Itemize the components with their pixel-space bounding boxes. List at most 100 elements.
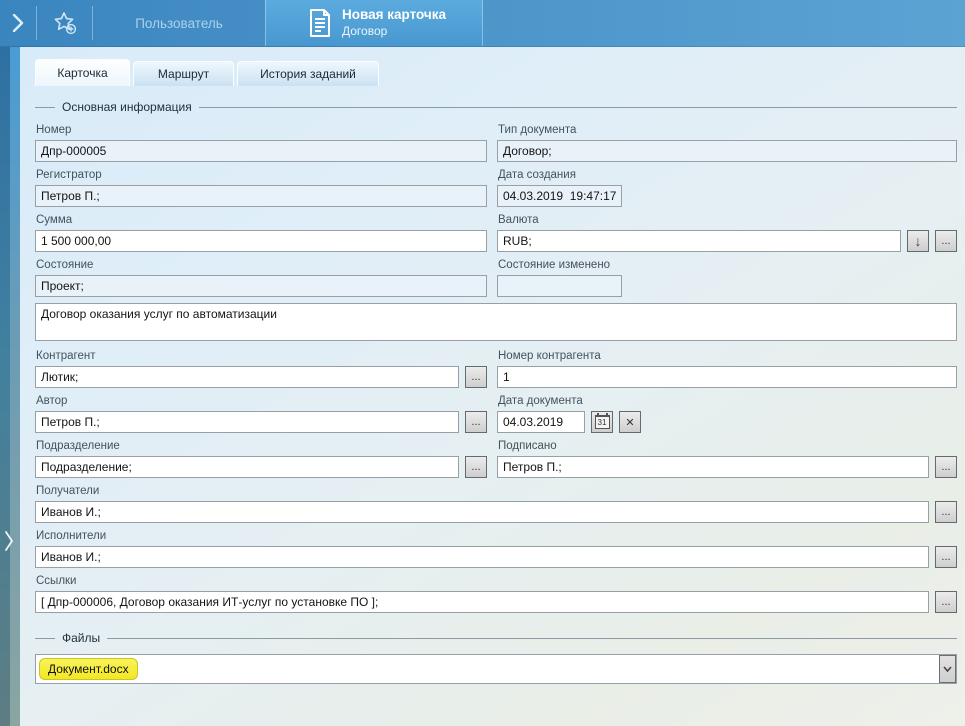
currency-dropdown-button[interactable]: ↓ bbox=[907, 230, 929, 252]
department-lookup-button[interactable]: ... bbox=[465, 456, 487, 478]
field-executors: Исполнители ... bbox=[35, 529, 957, 568]
field-label: Дата документа bbox=[498, 394, 957, 408]
field-registrar: Регистратор bbox=[35, 168, 487, 207]
field-author: Автор ... bbox=[35, 394, 487, 433]
links-input[interactable] bbox=[35, 591, 929, 613]
topbar-spacer bbox=[483, 0, 965, 46]
author-input[interactable] bbox=[35, 411, 459, 433]
document-icon bbox=[308, 8, 332, 38]
form-row: Контрагент ... Номер контрагента bbox=[35, 349, 957, 388]
group-title: Файлы bbox=[62, 631, 100, 645]
field-number: Номер bbox=[35, 123, 487, 162]
group-header-main: Основная информация bbox=[35, 100, 957, 114]
field-label: Тип документа bbox=[498, 123, 957, 137]
number-input[interactable] bbox=[35, 140, 487, 162]
counterparty-lookup-button[interactable]: ... bbox=[465, 366, 487, 388]
expand-sidebar-handle[interactable] bbox=[1, 521, 17, 561]
files-scrollbar[interactable] bbox=[939, 655, 956, 683]
doc-type-input[interactable] bbox=[497, 140, 957, 162]
signed-lookup-button[interactable]: ... bbox=[935, 456, 957, 478]
department-input[interactable] bbox=[35, 456, 459, 478]
group-line bbox=[199, 107, 957, 108]
author-lookup-button[interactable]: ... bbox=[465, 411, 487, 433]
topbar: Пользователь Новая карточка Договор bbox=[0, 0, 965, 47]
executors-lookup-button[interactable]: ... bbox=[935, 546, 957, 568]
form-panel: Основная информация Номер Тип документа bbox=[20, 86, 965, 684]
field-label: Исполнители bbox=[36, 529, 957, 543]
file-item[interactable]: Документ.docx bbox=[39, 658, 138, 680]
field-recipients: Получатели ... bbox=[35, 484, 957, 523]
description-textarea[interactable]: Договор оказания услуг по автоматизации bbox=[35, 303, 957, 341]
field-label: Состояние изменено bbox=[498, 258, 957, 272]
field-label: Подразделение bbox=[36, 439, 487, 453]
recipients-lookup-button[interactable]: ... bbox=[935, 501, 957, 523]
field-currency: Валюта ↓ ... bbox=[497, 213, 957, 252]
field-label: Контрагент bbox=[36, 349, 487, 363]
created-date-input[interactable] bbox=[497, 185, 622, 207]
card-content: Карточка Маршрут История заданий Основна… bbox=[20, 47, 965, 726]
topbar-tab-titles: Новая карточка Договор bbox=[342, 7, 446, 39]
group-title: Основная информация bbox=[62, 100, 192, 114]
field-label: Сумма bbox=[36, 213, 487, 227]
tab-route[interactable]: Маршрут bbox=[133, 61, 234, 86]
tab-task-history[interactable]: История заданий bbox=[237, 61, 379, 86]
left-splitter-inner bbox=[10, 47, 20, 726]
currency-input[interactable] bbox=[497, 230, 901, 252]
files-list[interactable]: Документ.docx bbox=[35, 654, 957, 684]
recipients-input[interactable] bbox=[35, 501, 929, 523]
field-counterparty: Контрагент ... bbox=[35, 349, 487, 388]
doc-date-clear-button[interactable]: ✕ bbox=[619, 411, 641, 433]
tab-card[interactable]: Карточка bbox=[35, 59, 130, 86]
field-label: Регистратор bbox=[36, 168, 487, 182]
field-label: Ссылки bbox=[36, 574, 957, 588]
field-label: Состояние bbox=[36, 258, 487, 272]
counterparty-input[interactable] bbox=[35, 366, 459, 388]
group-line bbox=[35, 638, 55, 639]
state-input[interactable] bbox=[35, 275, 487, 297]
group-line bbox=[35, 107, 55, 108]
signed-input[interactable] bbox=[497, 456, 929, 478]
amount-input[interactable] bbox=[35, 230, 487, 252]
chevron-right-icon bbox=[12, 14, 24, 32]
page-subtitle: Договор bbox=[342, 24, 446, 39]
form-row: Ссылки ... bbox=[35, 574, 957, 613]
topbar-tab-user[interactable]: Пользователь bbox=[93, 0, 265, 46]
field-state: Состояние bbox=[35, 258, 487, 297]
field-signed: Подписано ... bbox=[497, 439, 957, 478]
form-row: Исполнители ... bbox=[35, 529, 957, 568]
expand-panel-button[interactable] bbox=[0, 0, 36, 46]
executors-input[interactable] bbox=[35, 546, 929, 568]
counterparty-number-input[interactable] bbox=[497, 366, 957, 388]
field-doc-type: Тип документа bbox=[497, 123, 957, 162]
field-label: Получатели bbox=[36, 484, 957, 498]
chevron-right-icon bbox=[4, 530, 14, 552]
chevron-down-icon bbox=[943, 666, 952, 672]
state-changed-input[interactable] bbox=[497, 275, 622, 297]
group-header-files: Файлы bbox=[35, 631, 957, 645]
doc-date-input[interactable] bbox=[497, 411, 585, 433]
registrar-input[interactable] bbox=[35, 185, 487, 207]
page-title: Новая карточка bbox=[342, 7, 446, 24]
form-row: Сумма Валюта ↓ ... bbox=[35, 213, 957, 252]
currency-lookup-button[interactable]: ... bbox=[935, 230, 957, 252]
field-created-date: Дата создания bbox=[497, 168, 957, 207]
form-row: Номер Тип документа bbox=[35, 123, 957, 162]
group-line bbox=[107, 638, 957, 639]
app-window: Пользователь Новая карточка Договор bbox=[0, 0, 965, 726]
field-doc-date: Дата документа 31 ✕ bbox=[497, 394, 957, 433]
form-row: Автор ... Дата документа 31 bbox=[35, 394, 957, 433]
field-links: Ссылки ... bbox=[35, 574, 957, 613]
field-state-changed: Состояние изменено bbox=[497, 258, 957, 297]
form-row: Получатели ... bbox=[35, 484, 957, 523]
add-favorite-button[interactable] bbox=[37, 0, 92, 46]
body: Карточка Маршрут История заданий Основна… bbox=[0, 47, 965, 726]
field-amount: Сумма bbox=[35, 213, 487, 252]
topbar-tab-new-card[interactable]: Новая карточка Договор bbox=[265, 0, 483, 46]
left-splitter bbox=[0, 47, 20, 726]
links-lookup-button[interactable]: ... bbox=[935, 591, 957, 613]
star-add-icon bbox=[52, 10, 78, 36]
field-counterparty-number: Номер контрагента bbox=[497, 349, 957, 388]
doc-date-calendar-button[interactable]: 31 bbox=[591, 411, 613, 433]
field-label: Валюта bbox=[498, 213, 957, 227]
left-splitter-outer bbox=[0, 47, 10, 726]
